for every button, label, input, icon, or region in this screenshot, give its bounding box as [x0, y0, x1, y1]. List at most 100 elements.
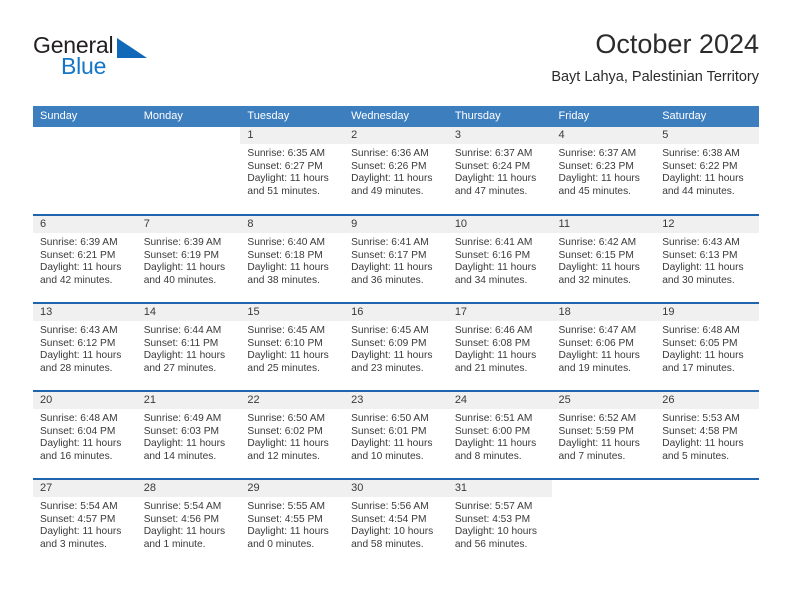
calendar-day-cell[interactable]: 12 Sunrise: 6:43 AM Sunset: 6:13 PM Dayligh…: [655, 215, 759, 304]
calendar-day-cell[interactable]: 26 Sunrise: 5:53 AM Sunset: 4:58 PM Dayligh…: [655, 391, 759, 480]
weekday-header-row: Sunday Monday Tuesday Wednesday Thursday…: [33, 106, 759, 127]
day-details: Sunrise: 5:56 AM Sunset: 4:54 PM Daylight:…: [344, 497, 448, 551]
day-details: Sunrise: 6:36 AM Sunset: 6:26 PM Daylight:…: [344, 144, 448, 198]
day-cell-inner: 2 Sunrise: 6:36 AM Sunset: 6:26 PM Daylight…: [344, 127, 448, 214]
day-cell-inner: [33, 127, 137, 214]
day-details: Sunrise: 6:41 AM Sunset: 6:17 PM Daylight:…: [344, 233, 448, 287]
sunset-text: Sunset: 4:54 PM: [351, 513, 427, 525]
sunrise-text: Sunrise: 5:56 AM: [351, 501, 429, 512]
sunset-text: Sunset: 6:10 PM: [247, 337, 323, 349]
day-number: 26: [655, 392, 759, 409]
day-details: Sunrise: 6:42 AM Sunset: 6:15 PM Daylight:…: [552, 233, 656, 287]
sunrise-text: Sunrise: 5:53 AM: [662, 413, 740, 424]
calendar-day-cell[interactable]: 6 Sunrise: 6:39 AM Sunset: 6:21 PM Daylight…: [33, 215, 137, 304]
calendar-day-cell[interactable]: 30 Sunrise: 5:56 AM Sunset: 4:54 PM Dayligh…: [344, 479, 448, 567]
daylight-text: Daylight: 11 hours and 1 minute.: [143, 526, 226, 550]
weekday-header-sunday: Sunday: [33, 106, 137, 127]
day-details: Sunrise: 6:48 AM Sunset: 6:04 PM Daylight:…: [33, 409, 137, 463]
calendar-day-cell[interactable]: 10 Sunrise: 6:41 AM Sunset: 6:16 PM Dayligh…: [447, 215, 552, 304]
calendar-day-cell[interactable]: 17 Sunrise: 6:46 AM Sunset: 6:08 PM Dayligh…: [447, 303, 552, 392]
daylight-text: Daylight: 11 hours and 34 minutes.: [454, 262, 537, 286]
day-number: 17: [447, 304, 552, 321]
calendar-day-cell[interactable]: 5 Sunrise: 6:38 AM Sunset: 6:22 PM Daylight…: [655, 127, 759, 216]
day-cell-inner: 12 Sunrise: 6:43 AM Sunset: 6:13 PM Dayligh…: [655, 216, 759, 302]
day-cell-inner: 13 Sunrise: 6:43 AM Sunset: 6:12 PM Dayligh…: [33, 304, 137, 390]
daylight-text: Daylight: 11 hours and 25 minutes.: [247, 350, 329, 374]
sunset-text: Sunset: 5:59 PM: [558, 425, 634, 437]
daylight-text: Daylight: 11 hours and 0 minutes.: [247, 526, 329, 550]
calendar-day-cell[interactable]: 22 Sunrise: 6:50 AM Sunset: 6:02 PM Dayligh…: [240, 391, 345, 480]
calendar-day-cell[interactable]: 9 Sunrise: 6:41 AM Sunset: 6:17 PM Daylight…: [344, 215, 448, 304]
weekday-header-friday: Friday: [551, 106, 656, 127]
sunrise-text: Sunrise: 6:52 AM: [558, 413, 637, 424]
sunset-text: Sunset: 6:27 PM: [247, 160, 323, 172]
day-cell-inner: 26 Sunrise: 5:53 AM Sunset: 4:58 PM Dayligh…: [655, 392, 759, 478]
day-number: 16: [344, 304, 448, 321]
day-details: Sunrise: 5:57 AM Sunset: 4:53 PM Daylight:…: [448, 497, 552, 551]
sunrise-text: Sunrise: 6:40 AM: [247, 237, 325, 248]
day-cell-inner: 1 Sunrise: 6:35 AM Sunset: 6:27 PM Daylight…: [240, 127, 345, 214]
calendar-day-cell[interactable]: 11 Sunrise: 6:42 AM Sunset: 6:15 PM Dayligh…: [551, 215, 656, 304]
sunrise-text: Sunrise: 5:54 AM: [143, 501, 222, 512]
day-cell-inner: 16 Sunrise: 6:45 AM Sunset: 6:09 PM Dayligh…: [344, 304, 448, 390]
calendar-day-cell[interactable]: 15 Sunrise: 6:45 AM Sunset: 6:10 PM Dayligh…: [240, 303, 345, 392]
day-number: 22: [240, 392, 345, 409]
calendar-grid: Sunday Monday Tuesday Wednesday Thursday…: [33, 106, 759, 567]
sunset-text: Sunset: 6:15 PM: [558, 249, 634, 261]
calendar-day-cell[interactable]: 28 Sunrise: 5:54 AM Sunset: 4:56 PM Dayligh…: [136, 479, 241, 567]
day-number: 5: [655, 127, 759, 144]
calendar-day-cell[interactable]: 4 Sunrise: 6:37 AM Sunset: 6:23 PM Daylight…: [551, 127, 656, 216]
day-cell-inner: 19 Sunrise: 6:48 AM Sunset: 6:05 PM Dayligh…: [655, 304, 759, 390]
calendar-day-cell[interactable]: 24 Sunrise: 6:51 AM Sunset: 6:00 PM Dayligh…: [447, 391, 552, 480]
sunrise-text: Sunrise: 6:48 AM: [40, 413, 118, 424]
calendar-day-cell[interactable]: 18 Sunrise: 6:47 AM Sunset: 6:06 PM Dayligh…: [551, 303, 656, 392]
sunset-text: Sunset: 6:12 PM: [40, 337, 116, 349]
sunrise-text: Sunrise: 6:45 AM: [247, 325, 325, 336]
daylight-text: Daylight: 11 hours and 17 minutes.: [662, 350, 744, 374]
day-details: Sunrise: 6:41 AM Sunset: 6:16 PM Daylight:…: [448, 233, 552, 287]
calendar-day-cell[interactable]: 7 Sunrise: 6:39 AM Sunset: 6:19 PM Daylight…: [136, 215, 241, 304]
day-number: 11: [551, 216, 656, 233]
page-header: General Blue October 2024 Bayt Lahya, Pa…: [33, 28, 759, 98]
calendar-day-cell[interactable]: 2 Sunrise: 6:36 AM Sunset: 6:26 PM Daylight…: [344, 127, 448, 216]
daylight-text: Daylight: 11 hours and 10 minutes.: [351, 438, 433, 462]
day-cell-inner: 30 Sunrise: 5:56 AM Sunset: 4:54 PM Dayligh…: [344, 480, 448, 567]
daylight-text: Daylight: 11 hours and 28 minutes.: [40, 350, 122, 374]
calendar-day-cell[interactable]: 13 Sunrise: 6:43 AM Sunset: 6:12 PM Dayligh…: [33, 303, 137, 392]
day-number: 23: [344, 392, 448, 409]
day-cell-inner: 18 Sunrise: 6:47 AM Sunset: 6:06 PM Dayligh…: [551, 304, 656, 390]
day-cell-inner: 21 Sunrise: 6:49 AM Sunset: 6:03 PM Dayligh…: [136, 392, 241, 478]
calendar-day-cell[interactable]: 21 Sunrise: 6:49 AM Sunset: 6:03 PM Dayligh…: [136, 391, 241, 480]
calendar-week-row: 6 Sunrise: 6:39 AM Sunset: 6:21 PM Daylight…: [33, 215, 759, 304]
calendar-day-cell[interactable]: 23 Sunrise: 6:50 AM Sunset: 6:01 PM Dayligh…: [344, 391, 448, 480]
calendar-day-cell[interactable]: 19 Sunrise: 6:48 AM Sunset: 6:05 PM Dayligh…: [655, 303, 759, 392]
calendar-day-cell[interactable]: 8 Sunrise: 6:40 AM Sunset: 6:18 PM Daylight…: [240, 215, 345, 304]
calendar-day-cell[interactable]: 20 Sunrise: 6:48 AM Sunset: 6:04 PM Dayligh…: [33, 391, 137, 480]
calendar-day-cell[interactable]: 14 Sunrise: 6:44 AM Sunset: 6:11 PM Dayligh…: [136, 303, 241, 392]
day-number: 19: [655, 304, 759, 321]
calendar-day-cell[interactable]: 3 Sunrise: 6:37 AM Sunset: 6:24 PM Daylight…: [447, 127, 552, 216]
calendar-day-cell[interactable]: 16 Sunrise: 6:45 AM Sunset: 6:09 PM Dayligh…: [344, 303, 448, 392]
sunset-text: Sunset: 6:13 PM: [662, 249, 738, 261]
calendar-day-cell[interactable]: 1 Sunrise: 6:35 AM Sunset: 6:27 PM Daylight…: [240, 127, 345, 216]
day-details: Sunrise: 6:52 AM Sunset: 5:59 PM Daylight:…: [552, 409, 656, 463]
sunrise-text: Sunrise: 6:41 AM: [351, 237, 429, 248]
calendar-day-cell[interactable]: 27 Sunrise: 5:54 AM Sunset: 4:57 PM Dayligh…: [33, 479, 137, 567]
title-block: October 2024 Bayt Lahya, Palestinian Ter…: [551, 28, 759, 86]
daylight-text: Daylight: 11 hours and 32 minutes.: [558, 262, 640, 286]
day-number: 13: [33, 304, 137, 321]
calendar-day-cell[interactable]: 25 Sunrise: 6:52 AM Sunset: 5:59 PM Dayligh…: [551, 391, 656, 480]
sunset-text: Sunset: 6:06 PM: [558, 337, 634, 349]
daylight-text: Daylight: 11 hours and 12 minutes.: [247, 438, 329, 462]
calendar-day-cell[interactable]: 31 Sunrise: 5:57 AM Sunset: 4:53 PM Dayligh…: [447, 479, 552, 567]
day-number: 1: [240, 127, 345, 144]
day-cell-inner: 23 Sunrise: 6:50 AM Sunset: 6:01 PM Dayligh…: [344, 392, 448, 478]
sunset-text: Sunset: 6:03 PM: [143, 425, 220, 437]
daylight-text: Daylight: 11 hours and 45 minutes.: [558, 173, 640, 197]
day-number: 9: [344, 216, 448, 233]
day-cell-inner: 28 Sunrise: 5:54 AM Sunset: 4:56 PM Dayligh…: [136, 480, 241, 567]
day-details: Sunrise: 5:55 AM Sunset: 4:55 PM Daylight:…: [240, 497, 344, 551]
weekday-header-thursday: Thursday: [447, 106, 552, 127]
weekday-header-saturday: Saturday: [655, 106, 759, 127]
calendar-day-cell[interactable]: 29 Sunrise: 5:55 AM Sunset: 4:55 PM Dayligh…: [240, 479, 345, 567]
